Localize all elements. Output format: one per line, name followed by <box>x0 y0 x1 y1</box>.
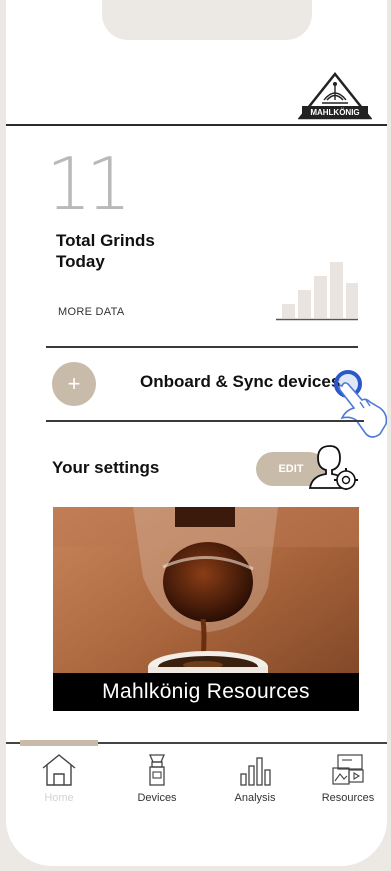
phone-notch <box>102 0 312 40</box>
bar-chart-icon <box>240 757 271 786</box>
nav-devices[interactable]: Devices <box>112 752 202 822</box>
mahlkonig-logo: MAHLKÖNIG <box>298 72 372 120</box>
user-settings-icon <box>308 445 358 490</box>
resources-card[interactable]: Mahlkönig Resources <box>53 507 359 711</box>
mini-chart-bar <box>314 276 327 318</box>
mini-chart-bar <box>346 283 358 318</box>
divider <box>46 346 358 348</box>
nav-home[interactable]: Home <box>14 752 104 822</box>
total-grinds-count: 11 <box>46 142 132 226</box>
mini-chart-bar <box>298 290 311 318</box>
mini-chart-bar <box>330 262 343 318</box>
home-icon <box>42 754 76 786</box>
settings-title: Your settings <box>52 458 160 477</box>
nav-analysis[interactable]: Analysis <box>210 752 300 822</box>
nav-resources-label: Resources <box>321 792 375 804</box>
more-data-link[interactable]: MORE DATA <box>58 306 124 318</box>
nav-devices-label: Devices <box>137 792 177 804</box>
total-grinds-label: Total Grinds Today <box>56 231 155 271</box>
nav-resources[interactable]: Resources <box>303 752 387 822</box>
logo-text: MAHLKÖNIG <box>310 108 359 117</box>
pointing-hand-icon <box>338 382 387 438</box>
grinder-icon <box>149 754 165 786</box>
nav-home-label: Home <box>44 792 74 804</box>
onboard-sync-label[interactable]: Onboard & Sync devices <box>140 372 340 392</box>
app-screen: MAHLKÖNIG 11 Total Grinds Today MORE DAT… <box>6 0 387 866</box>
mini-bar-chart[interactable] <box>276 258 358 322</box>
media-icon <box>332 754 364 785</box>
add-device-button[interactable]: + <box>52 362 96 406</box>
resources-caption: Mahlkönig Resources <box>53 673 359 711</box>
nav-active-indicator <box>20 740 98 746</box>
mini-chart-bar <box>282 304 295 318</box>
divider <box>46 420 364 422</box>
nav-analysis-label: Analysis <box>234 792 276 804</box>
header-divider <box>6 124 387 126</box>
